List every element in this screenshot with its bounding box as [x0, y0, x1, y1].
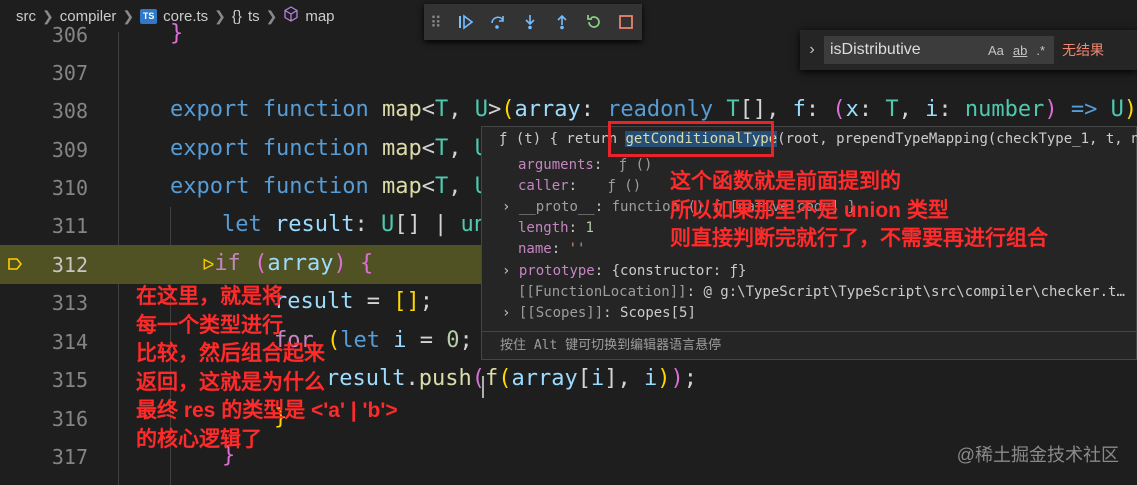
code-text: }: [170, 21, 184, 46]
hover-property-row[interactable]: [[FunctionLocation]]: @ g:\TypeScript\Ty…: [518, 284, 1125, 300]
annotation-right: 这个函数就是前面提到的 所以如果那里不是 union 类型 则直接判断完就行了，…: [670, 170, 1048, 250]
line-number: 317: [51, 445, 88, 469]
hover-property-row[interactable]: caller: ƒ (): [518, 178, 641, 194]
text-cursor: [482, 376, 484, 398]
step-into-button[interactable]: [514, 8, 546, 36]
restart-button[interactable]: [578, 8, 610, 36]
step-into-icon: [525, 15, 535, 30]
step-over-icon: [490, 16, 504, 29]
code-text: let result: U[] | un: [222, 212, 487, 237]
continue-button[interactable]: [450, 8, 482, 36]
hover-property-row[interactable]: arguments: ƒ (): [518, 157, 652, 173]
find-result-status: 无结果: [1062, 42, 1104, 58]
regex-icon[interactable]: .*: [1036, 43, 1045, 58]
match-case-icon[interactable]: Aa: [988, 43, 1004, 58]
find-input-value: isDistributive: [830, 41, 921, 58]
chevron-right-icon: ›: [502, 305, 511, 321]
continue-icon: [458, 14, 474, 30]
annotation-left: 在这里，就是将 每一个类型进行 比较，然后组合起来 返回，这就是为什么 最终 r…: [136, 285, 398, 451]
line-number: 309: [51, 138, 88, 162]
line-number: 312: [51, 253, 88, 277]
line-number: 306: [51, 23, 88, 47]
hover-property-row[interactable]: › [[Scopes]]: Scopes[5]: [502, 305, 696, 321]
code-line: 308 export function map<T, U>(array: rea…: [0, 91, 1137, 130]
line-number: 313: [51, 291, 88, 315]
line-number: 316: [51, 407, 88, 431]
step-out-icon: [557, 14, 567, 30]
annotation-highlight-box: [608, 121, 774, 157]
hover-property-row[interactable]: › prototype: {constructor: ƒ}: [502, 263, 746, 279]
whole-word-icon[interactable]: ab: [1013, 43, 1027, 58]
line-number: 311: [51, 214, 88, 238]
line-number: 308: [51, 99, 88, 123]
debug-current-frame-icon[interactable]: [8, 258, 22, 270]
code-text: export function map<T, U: [170, 136, 488, 161]
chevron-right-icon: ›: [502, 263, 511, 279]
watermark: @稀土掘金技术社区: [956, 445, 1119, 465]
code-text: ᐅif (array) {: [202, 251, 374, 276]
debug-toolbar: ⠿: [424, 4, 642, 40]
stop-button[interactable]: [610, 8, 642, 36]
toggle-replace-icon[interactable]: ›: [800, 41, 824, 59]
line-number: 315: [51, 368, 88, 392]
code-text: export function map<T, U>(array: readonl…: [170, 97, 1137, 122]
drag-handle-icon[interactable]: ⠿: [430, 13, 442, 32]
line-number: 314: [51, 330, 88, 354]
hover-signature: ƒ (t) { return getConditionalType(root, …: [499, 131, 1137, 147]
restart-icon: [586, 15, 600, 28]
stop-icon: [618, 15, 633, 29]
line-number: 307: [51, 61, 88, 85]
hover-property-row[interactable]: length: 1: [518, 220, 594, 236]
code-text: export function map<T, U: [170, 174, 488, 199]
step-out-button[interactable]: [546, 8, 578, 36]
find-input[interactable]: isDistributive Aa ab .*: [824, 36, 1054, 64]
hover-footer-hint: 按住 Alt 键可切换到编辑器语言悬停: [482, 331, 1136, 359]
find-widget: › isDistributive Aa ab .* 无结果: [800, 30, 1137, 70]
line-number: 310: [51, 176, 88, 200]
chevron-right-icon: ›: [502, 199, 511, 215]
step-over-button[interactable]: [482, 8, 514, 36]
hover-property-row[interactable]: name: '': [518, 241, 585, 257]
